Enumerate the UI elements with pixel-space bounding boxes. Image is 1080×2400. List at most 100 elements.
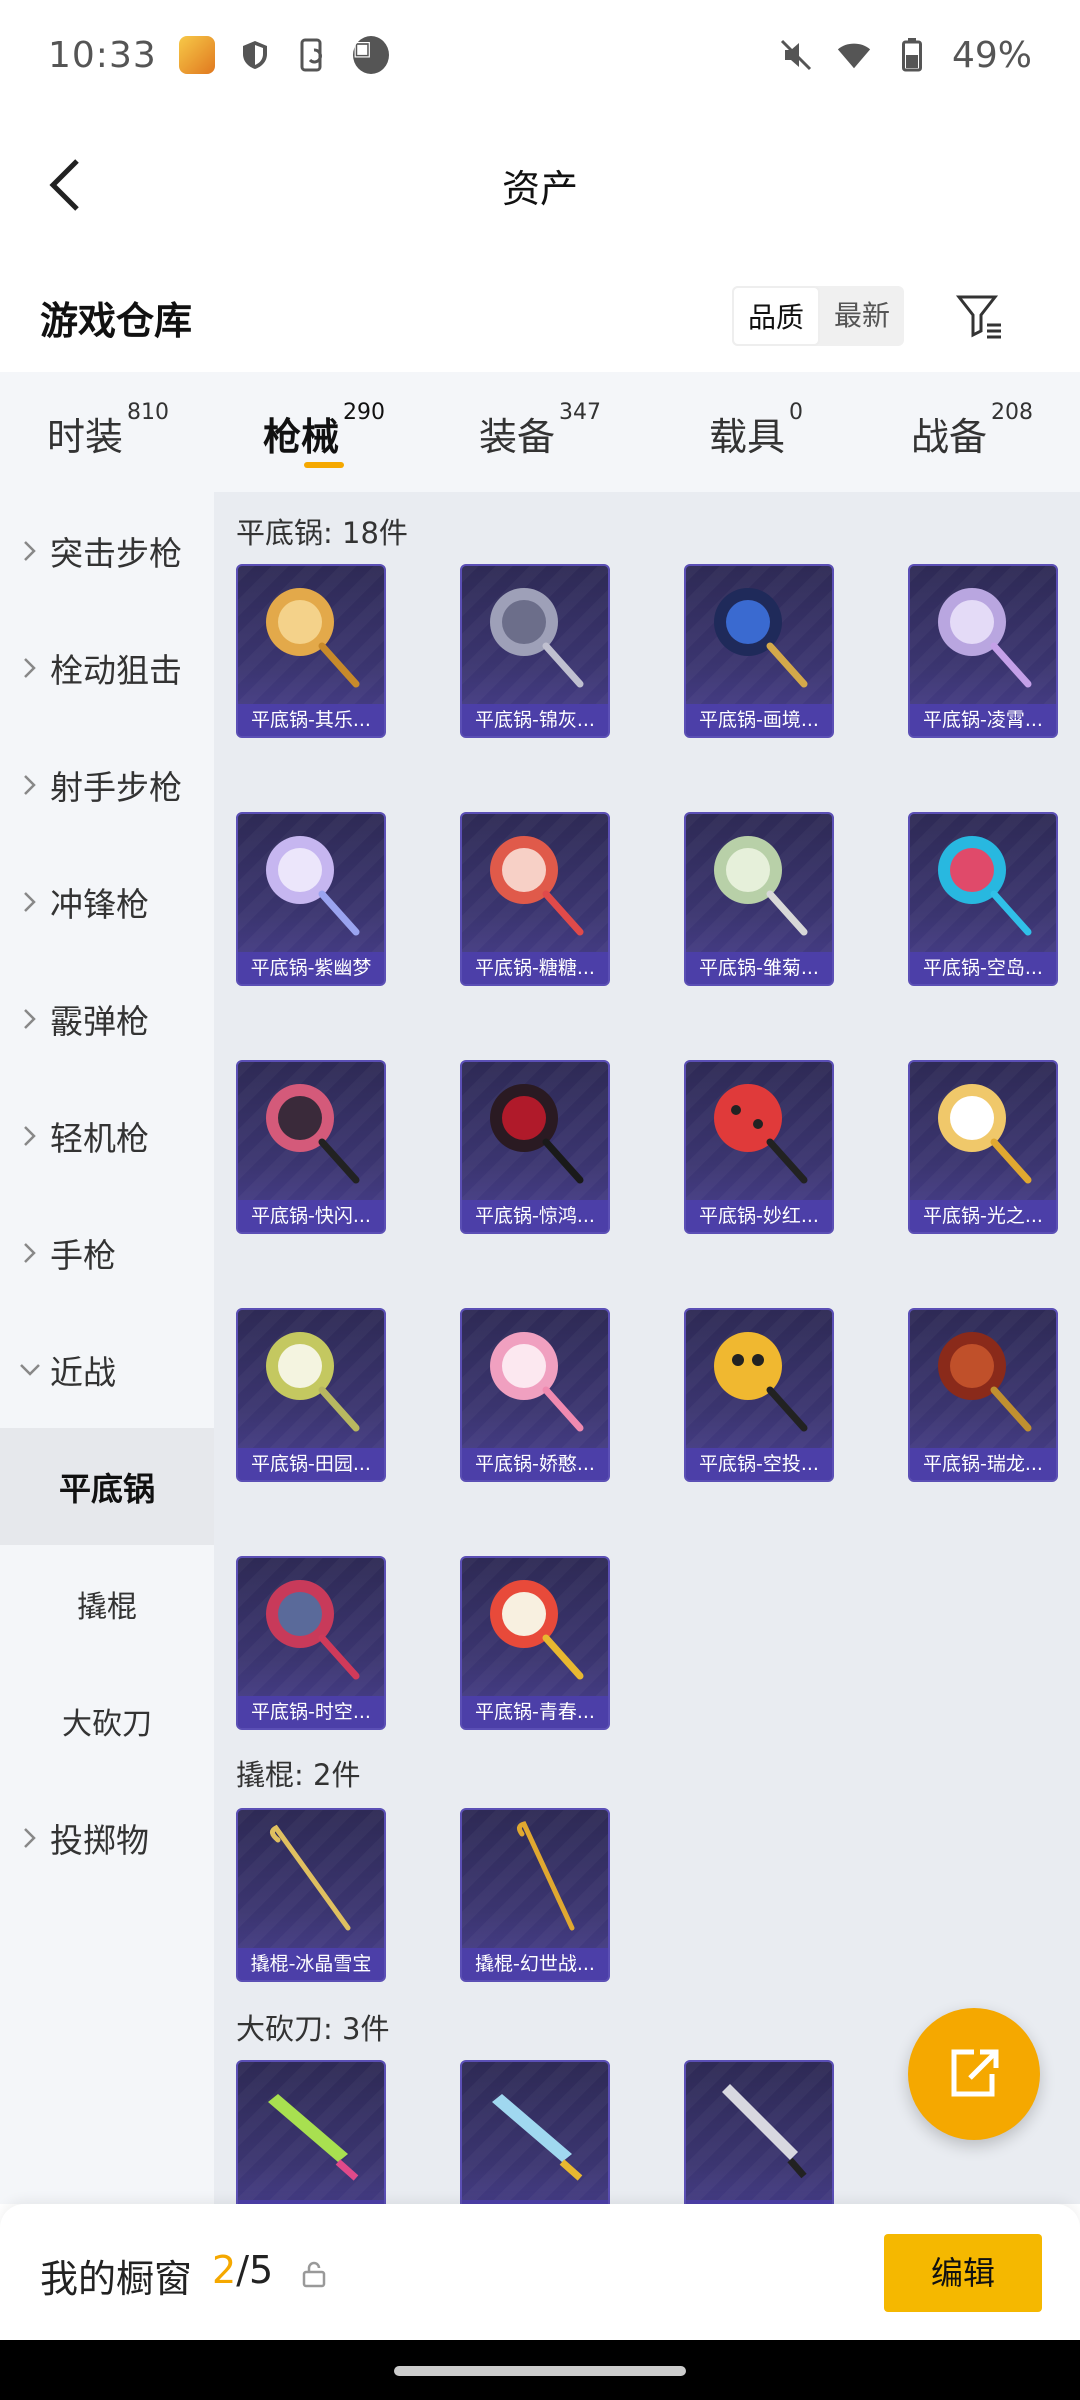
item-card[interactable]: 撬棍-幻世战... — [460, 1808, 610, 1982]
item-name: 撬棍-幻世战... — [462, 1948, 608, 1980]
sidebar-item-shotgun[interactable]: 霰弹枪 — [0, 960, 214, 1077]
item-name: 平底锅-光之... — [910, 1200, 1056, 1232]
item-card[interactable]: 平底锅-光之... — [908, 1060, 1058, 1234]
tab-label: 枪械 — [262, 415, 339, 459]
item-name: 平底锅-其乐... — [238, 704, 384, 736]
edit-button[interactable]: 编辑 — [884, 2234, 1042, 2312]
item-card[interactable]: 平底锅-时空... — [236, 1556, 386, 1730]
sidebar-item-smg[interactable]: 冲锋枪 — [0, 843, 214, 960]
item-card[interactable] — [460, 2060, 610, 2204]
item-card[interactable]: 平底锅-娇憨... — [460, 1308, 610, 1482]
sort-latest-button[interactable]: 最新 — [820, 286, 904, 346]
filter-button[interactable] — [948, 284, 1012, 348]
sidebar-subitem-machete[interactable]: 大砍刀 — [0, 1662, 214, 1779]
sidebar-item-pistol[interactable]: 手枪 — [0, 1194, 214, 1311]
mute-icon — [778, 37, 814, 73]
sort-quality-button[interactable]: 品质 — [732, 286, 821, 346]
showcase-bar: 我的橱窗 2/5 编辑 — [0, 2204, 1080, 2340]
tab-count: 208 — [991, 400, 1033, 425]
sort-toggle: 品质 最新 — [732, 286, 905, 346]
item-card[interactable]: 平底锅-空岛... — [908, 812, 1058, 986]
tab-label: 装备 — [478, 415, 555, 459]
chevron-right-icon — [18, 1827, 42, 1849]
item-name: 平底锅-田园... — [238, 1448, 384, 1480]
status-bar: 10:33 ▣ 49% — [0, 0, 1080, 110]
lock-icon — [302, 2261, 326, 2288]
chevron-down-icon — [18, 1363, 42, 1377]
pan-icon — [938, 1332, 1032, 1432]
item-card[interactable]: 平底锅-其乐... — [236, 564, 386, 738]
pan-icon — [490, 1084, 584, 1184]
item-card[interactable] — [684, 2060, 834, 2204]
pan-icon — [714, 1332, 808, 1432]
item-card[interactable]: 平底锅-糖糖... — [460, 812, 610, 986]
item-card[interactable]: 平底锅-瑞龙... — [908, 1308, 1058, 1482]
tab-count: 347 — [559, 400, 601, 425]
crowbar-icon — [270, 1824, 351, 1931]
chevron-right-icon — [18, 1242, 42, 1264]
share-fab-button[interactable] — [908, 2008, 1040, 2140]
item-name: 平底锅-时空... — [238, 1696, 384, 1728]
pan-icon — [490, 836, 584, 936]
machete-icon — [492, 2094, 583, 2181]
chevron-right-icon — [18, 657, 42, 679]
chevron-right-icon — [18, 774, 42, 796]
item-card[interactable]: 平底锅-紫幽梦 — [236, 812, 386, 986]
item-card[interactable]: 平底锅-青春... — [460, 1556, 610, 1730]
tab-firearms[interactable]: 枪械290 — [216, 372, 432, 492]
pan-icon — [490, 1332, 584, 1432]
sidebar-subitem-pan[interactable]: 平底锅 — [0, 1428, 214, 1545]
item-card[interactable]: 平底锅-画境... — [684, 564, 834, 738]
item-card[interactable] — [236, 2060, 386, 2204]
tab-count: 810 — [127, 400, 169, 425]
sidebar-item-label: 霰弹枪 — [50, 1001, 149, 1041]
item-name: 平底锅-瑞龙... — [910, 1448, 1056, 1480]
item-card[interactable]: 平底锅-惊鸿... — [460, 1060, 610, 1234]
sidebar-item-label: 轻机枪 — [50, 1118, 149, 1158]
item-name: 平底锅-惊鸿... — [462, 1200, 608, 1232]
phone-sync-icon — [295, 37, 331, 73]
sidebar-item-assault-rifle[interactable]: 突击步枪 — [0, 492, 214, 609]
tab-tactical[interactable]: 战备208 — [864, 372, 1080, 492]
item-card[interactable]: 平底锅-田园... — [236, 1308, 386, 1482]
sidebar-item-label: 栓动狙击 — [50, 650, 182, 690]
tab-label: 载具 — [708, 415, 785, 459]
item-card[interactable]: 平底锅-锦灰... — [460, 564, 610, 738]
item-card[interactable]: 撬棍-冰晶雪宝 — [236, 1808, 386, 1982]
item-name: 撬棍-冰晶雪宝 — [238, 1948, 384, 1980]
tab-vehicles[interactable]: 载具0 — [648, 372, 864, 492]
sidebar-item-label: 投掷物 — [50, 1820, 149, 1860]
wifi-icon — [836, 37, 872, 73]
battery-icon — [894, 37, 930, 73]
item-name: 平底锅-空投... — [686, 1448, 832, 1480]
warehouse-header: 游戏仓库 品质 最新 — [0, 260, 1080, 372]
sidebar-item-throwables[interactable]: 投掷物 — [0, 1779, 214, 1896]
tab-label: 时装 — [46, 415, 123, 459]
filter-icon — [955, 295, 1001, 339]
sidebar-item-lmg[interactable]: 轻机枪 — [0, 1077, 214, 1194]
item-name: 平底锅-锦灰... — [462, 704, 608, 736]
item-card[interactable]: 平底锅-凌霄... — [908, 564, 1058, 738]
sidebar-subitem-crowbar[interactable]: 撬棍 — [0, 1545, 214, 1662]
pan-icon — [714, 588, 808, 688]
item-card[interactable]: 平底锅-妙红... — [684, 1060, 834, 1234]
chevron-right-icon — [18, 1008, 42, 1030]
home-handle[interactable] — [394, 2366, 686, 2376]
showcase-count: 2/5 — [212, 2248, 273, 2292]
pan-icon — [490, 1580, 584, 1680]
item-name: 平底锅-妙红... — [686, 1200, 832, 1232]
chevron-right-icon — [18, 1125, 42, 1147]
sidebar-item-melee[interactable]: 近战 — [0, 1311, 214, 1428]
tab-equipment[interactable]: 装备347 — [432, 372, 648, 492]
item-card[interactable]: 平底锅-快闪... — [236, 1060, 386, 1234]
pan-icon — [714, 1084, 808, 1184]
sidebar-item-label: 突击步枪 — [50, 533, 182, 573]
item-card[interactable]: 平底锅-空投... — [684, 1308, 834, 1482]
sidebar-item-label: 射手步枪 — [50, 767, 182, 807]
sidebar-item-bolt-sniper[interactable]: 栓动狙击 — [0, 609, 214, 726]
tab-fashion[interactable]: 时装810 — [0, 372, 216, 492]
pan-icon — [266, 836, 360, 936]
item-card[interactable]: 平底锅-雏菊... — [684, 812, 834, 986]
system-nav-bar — [0, 2340, 1080, 2400]
sidebar-item-marksman-rifle[interactable]: 射手步枪 — [0, 726, 214, 843]
